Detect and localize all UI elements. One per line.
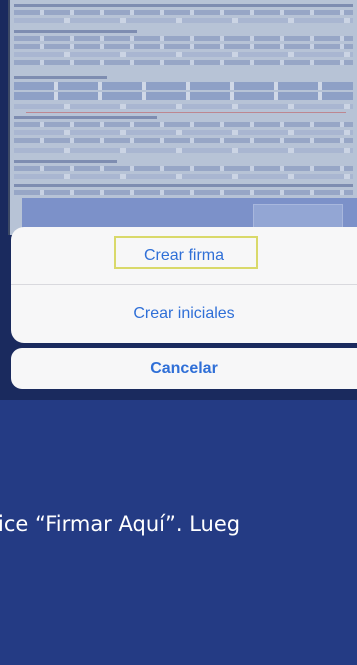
create-initials-button[interactable]: Crear iniciales bbox=[11, 285, 357, 343]
cancel-button[interactable]: Cancelar bbox=[11, 348, 357, 389]
create-signature-button[interactable]: Crear firma bbox=[11, 227, 357, 285]
instruction-caption: ice “Firmar Aquí”. Lueg bbox=[0, 512, 241, 536]
document-preview bbox=[8, 0, 357, 235]
action-sheet: Crear firma Crear iniciales bbox=[11, 227, 357, 343]
phone-screenshot: Crear firma Crear iniciales Cancelar bbox=[0, 0, 357, 400]
